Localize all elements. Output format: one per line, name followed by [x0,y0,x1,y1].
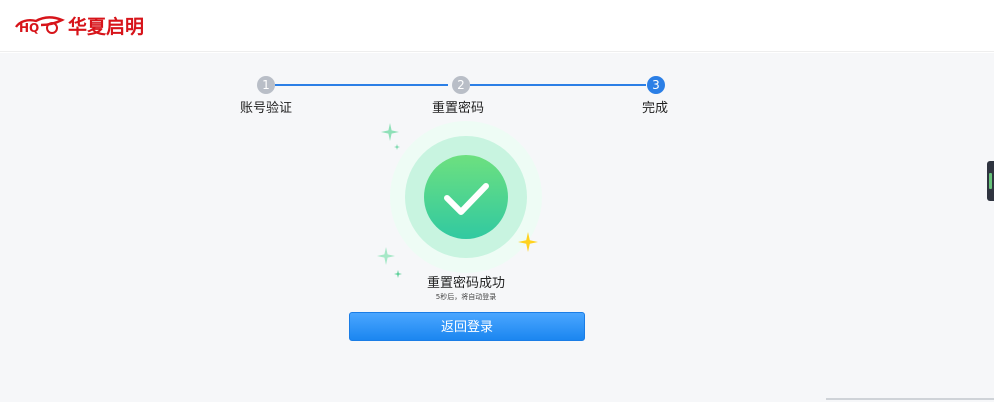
logo[interactable]: HQ 华夏启明 [14,12,144,38]
redirect-countdown: 5秒后，将自动登录 [435,293,497,301]
handle-indicator [989,173,992,189]
brand-name: 华夏启明 [68,15,145,38]
step-3-number: 3 [647,76,665,94]
step-connector-2 [470,84,646,86]
step-1-label: 账号验证 [240,101,293,116]
sparkle-icon [381,123,400,150]
back-to-login-button[interactable]: 返回登录 [349,312,585,341]
sparkle-icon [518,232,538,252]
step-3-label: 完成 [642,101,669,116]
step-1-number: 1 [257,76,275,94]
step-connector-1 [275,84,448,86]
side-panel-handle[interactable] [987,161,994,201]
bottom-divider [826,398,994,400]
step-2-number: 2 [452,76,470,94]
brand-mark-icon: HQ [14,13,66,37]
svg-text:HQ: HQ [19,21,39,35]
step-2-label: 重置密码 [432,101,485,116]
top-bar: HQ 华夏启明 [0,0,994,52]
result-title: 重置密码成功 [426,276,505,291]
